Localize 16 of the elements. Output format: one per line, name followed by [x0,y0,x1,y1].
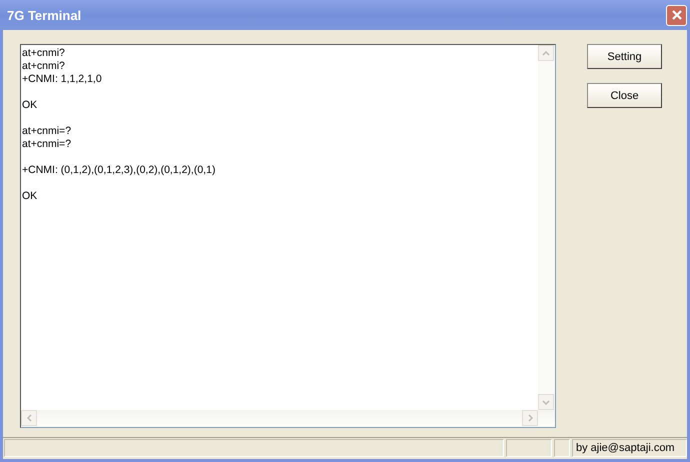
scroll-right-button[interactable] [522,410,538,426]
close-icon [670,9,682,21]
terminal-text: at+cnmi? at+cnmi? +CNMI: 1,1,2,1,0 OK at+cnmi=? at+cnmi=? +CNMI: (0,1,2),(0,1,2,3),(0,2),(0,1,2),(0,1) OK [22,47,216,203]
scroll-left-button[interactable] [21,410,37,426]
dialog-button[interactable]: Setting [587,44,662,69]
window-title: 7G Terminal [7,8,82,22]
scroll-down-button[interactable] [538,394,554,410]
vertical-scrollbar[interactable] [538,45,555,410]
terminal-output[interactable]: at+cnmi? at+cnmi? +CNMI: 1,1,2,1,0 OK at+cnmi=? at+cnmi=? +CNMI: (0,1,2),(0,1,2,3),(0,2),(0,1,2),(0,1) OK [20,44,556,428]
credit-text: by ajie@saptaji.com [572,439,687,457]
horizontal-scrollbar[interactable] [21,410,555,427]
close-button[interactable] [666,4,687,26]
dialog-button[interactable]: Close [587,83,662,108]
status-panel [554,439,570,457]
scroll-up-button[interactable] [538,45,554,61]
status-panel [506,439,552,457]
